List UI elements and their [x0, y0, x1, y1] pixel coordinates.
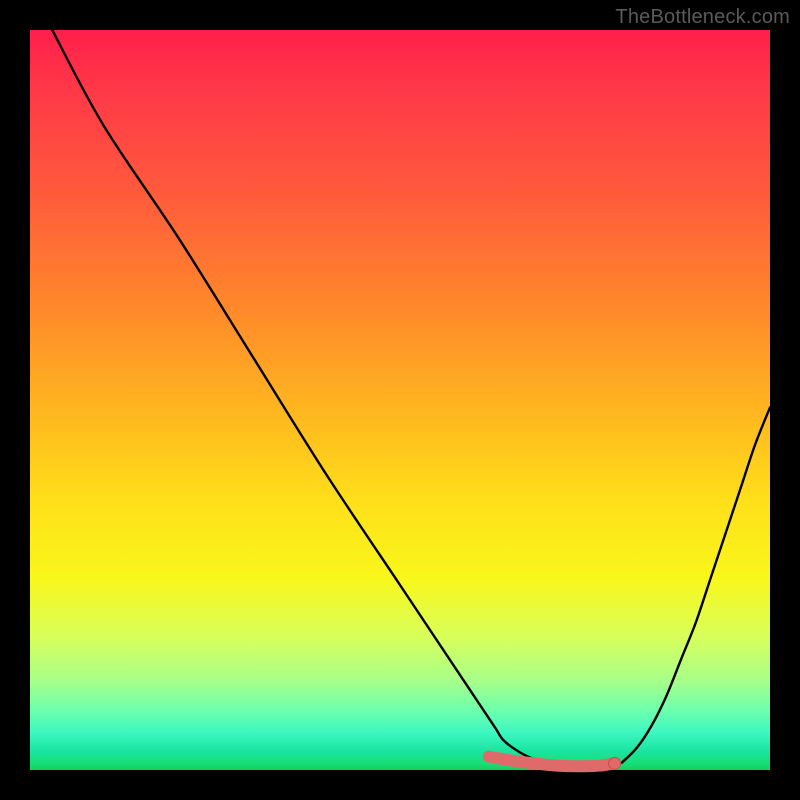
right-ascending-curve	[622, 407, 770, 762]
watermark-text: TheBottleneck.com	[615, 6, 790, 29]
optimal-segment-marker	[489, 757, 615, 767]
curve-layer	[30, 30, 770, 770]
left-descending-curve	[52, 30, 600, 769]
optimal-end-dot	[609, 757, 621, 769]
chart-stage: TheBottleneck.com	[0, 0, 800, 800]
plot-area	[30, 30, 770, 770]
